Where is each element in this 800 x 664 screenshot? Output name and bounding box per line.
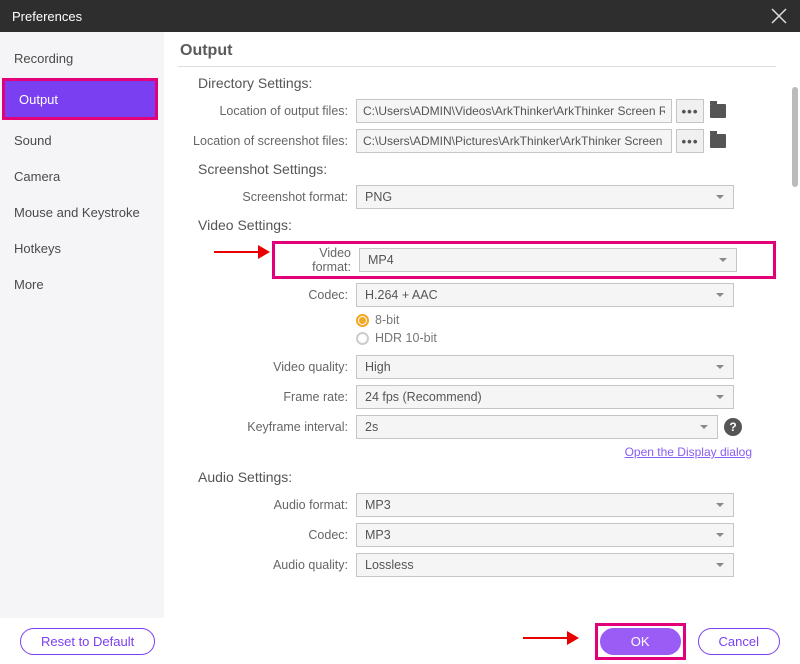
audio-format-select[interactable]: MP3 <box>356 493 734 517</box>
ok-button[interactable]: OK <box>600 628 681 655</box>
page-title: Output <box>178 42 776 60</box>
screenshot-location-field[interactable] <box>356 129 672 153</box>
section-directory: Directory Settings: <box>198 75 776 91</box>
sidebar-item-recording[interactable]: Recording <box>0 40 164 76</box>
cancel-button[interactable]: Cancel <box>698 628 780 655</box>
audio-quality-label: Audio quality: <box>178 558 356 572</box>
section-screenshot: Screenshot Settings: <box>198 161 776 177</box>
video-quality-label: Video quality: <box>178 360 356 374</box>
keyframe-label: Keyframe interval: <box>178 420 356 434</box>
video-quality-select[interactable]: High <box>356 355 734 379</box>
section-audio: Audio Settings: <box>198 469 776 485</box>
screenshot-browse-button[interactable]: ••• <box>676 129 704 153</box>
section-video: Video Settings: <box>198 217 776 233</box>
window-title: Preferences <box>12 9 82 24</box>
sidebar-item-camera[interactable]: Camera <box>0 158 164 194</box>
chevron-down-icon <box>715 362 725 372</box>
reset-button[interactable]: Reset to Default <box>20 628 155 655</box>
video-codec-select[interactable]: H.264 + AAC <box>356 283 734 307</box>
chevron-down-icon <box>718 255 728 265</box>
frame-rate-label: Frame rate: <box>178 390 356 404</box>
frame-rate-select[interactable]: 24 fps (Recommend) <box>356 385 734 409</box>
video-format-select[interactable]: MP4 <box>359 248 737 272</box>
chevron-down-icon <box>699 422 709 432</box>
close-icon[interactable] <box>770 7 788 25</box>
annotation-arrow <box>523 631 579 645</box>
chevron-down-icon <box>715 290 725 300</box>
chevron-down-icon <box>715 530 725 540</box>
audio-codec-select[interactable]: MP3 <box>356 523 734 547</box>
chevron-down-icon <box>715 192 725 202</box>
radio-8bit[interactable] <box>356 314 369 327</box>
main-panel: Output Directory Settings: Location of o… <box>164 32 800 618</box>
video-format-label: Video format: <box>277 246 359 274</box>
footer: Reset to Default OK Cancel <box>0 618 800 664</box>
annotation-arrow <box>214 245 270 259</box>
keyframe-select[interactable]: 2s <box>356 415 718 439</box>
screenshot-format-select[interactable]: PNG <box>356 185 734 209</box>
chevron-down-icon <box>715 560 725 570</box>
radio-hdr10[interactable] <box>356 332 369 345</box>
scrollbar-thumb[interactable] <box>792 87 798 187</box>
audio-quality-select[interactable]: Lossless <box>356 553 734 577</box>
sidebar-item-hotkeys[interactable]: Hotkeys <box>0 230 164 266</box>
sidebar: Recording Output Sound Camera Mouse and … <box>0 32 164 618</box>
help-icon[interactable]: ? <box>724 418 742 436</box>
sidebar-item-mouse[interactable]: Mouse and Keystroke <box>0 194 164 230</box>
output-location-field[interactable] <box>356 99 672 123</box>
output-location-label: Location of output files: <box>178 104 356 118</box>
sidebar-item-more[interactable]: More <box>0 266 164 302</box>
output-browse-button[interactable]: ••• <box>676 99 704 123</box>
chevron-down-icon <box>715 392 725 402</box>
display-dialog-link[interactable]: Open the Display dialog <box>178 445 752 459</box>
sidebar-item-output[interactable]: Output <box>5 81 155 117</box>
screenshot-location-label: Location of screenshot files: <box>178 134 356 148</box>
screenshot-format-label: Screenshot format: <box>178 190 356 204</box>
audio-format-label: Audio format: <box>178 498 356 512</box>
video-codec-label: Codec: <box>178 288 356 302</box>
folder-icon[interactable] <box>710 134 726 148</box>
sidebar-item-sound[interactable]: Sound <box>0 122 164 158</box>
folder-icon[interactable] <box>710 104 726 118</box>
audio-codec-label: Codec: <box>178 528 356 542</box>
chevron-down-icon <box>715 500 725 510</box>
titlebar: Preferences <box>0 0 800 32</box>
